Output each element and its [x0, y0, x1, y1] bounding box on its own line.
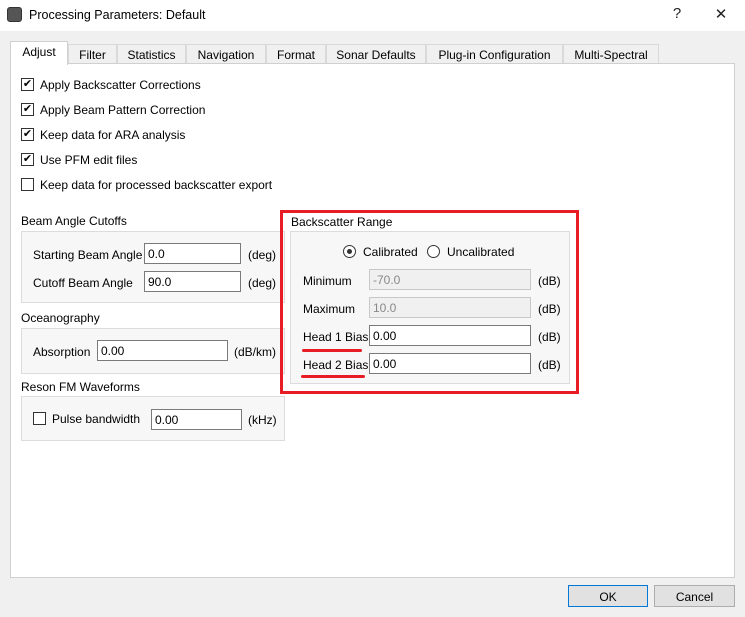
head2-bias-unit: (dB): [538, 358, 561, 372]
backscatter-export-label: Keep data for processed backscatter expo…: [40, 178, 273, 192]
starting-beam-input[interactable]: [144, 243, 241, 264]
starting-beam-label: Starting Beam Angle: [33, 248, 143, 262]
apply-backscatter-label: Apply Backscatter Corrections: [40, 78, 201, 92]
tab-statistics[interactable]: Statistics: [117, 44, 186, 64]
minimum-label: Minimum: [303, 274, 352, 288]
cutoff-beam-label: Cutoff Beam Angle: [33, 276, 133, 290]
beam-pattern-checkbox[interactable]: ✔: [21, 103, 34, 116]
backscatter-export-checkbox[interactable]: [21, 178, 34, 191]
tab-plugin-configuration[interactable]: Plug-in Configuration: [426, 44, 563, 64]
app-icon: [7, 7, 22, 22]
pulse-bandwidth-unit: (kHz): [248, 413, 277, 427]
head2-bias-input[interactable]: [369, 353, 531, 374]
absorption-input[interactable]: [97, 340, 228, 361]
maximum-input: [369, 297, 531, 318]
absorption-unit: (dB/km): [234, 345, 276, 359]
pulse-bandwidth-input[interactable]: [151, 409, 242, 430]
beam-pattern-label: Apply Beam Pattern Correction: [40, 103, 206, 117]
cutoff-beam-input[interactable]: [144, 271, 241, 292]
calibrated-label: Calibrated: [363, 245, 418, 259]
oceanography-title: Oceanography: [21, 311, 100, 325]
absorption-label: Absorption: [33, 345, 91, 359]
head1-bias-label: Head 1 Bias: [303, 330, 369, 344]
calibrated-radio[interactable]: [343, 245, 356, 258]
ara-analysis-label: Keep data for ARA analysis: [40, 128, 186, 142]
beam-cutoffs-group: [21, 231, 285, 303]
close-button[interactable]: ✕: [711, 5, 731, 23]
tab-adjust[interactable]: Adjust: [10, 41, 68, 65]
window-title: Processing Parameters: Default: [29, 8, 206, 22]
head1-bias-unit: (dB): [538, 330, 561, 344]
help-button[interactable]: ?: [667, 5, 687, 22]
head1-underline: [302, 349, 362, 352]
uncalibrated-label: Uncalibrated: [447, 245, 515, 259]
ara-analysis-checkbox[interactable]: ✔: [21, 128, 34, 141]
ok-button[interactable]: OK: [568, 585, 648, 607]
head1-bias-input[interactable]: [369, 325, 531, 346]
cancel-button[interactable]: Cancel: [654, 585, 735, 607]
pfm-edit-checkbox[interactable]: ✔: [21, 153, 34, 166]
apply-backscatter-checkbox[interactable]: ✔: [21, 78, 34, 91]
pulse-bandwidth-label: Pulse bandwidth: [52, 412, 141, 426]
minimum-unit: (dB): [538, 274, 561, 288]
maximum-unit: (dB): [538, 302, 561, 316]
beam-cutoffs-title: Beam Angle Cutoffs: [21, 214, 127, 228]
starting-beam-unit: (deg): [248, 248, 277, 262]
tab-sonar-defaults[interactable]: Sonar Defaults: [326, 44, 426, 64]
uncalibrated-radio[interactable]: [427, 245, 440, 258]
tab-multi-spectral[interactable]: Multi-Spectral: [563, 44, 659, 64]
tab-navigation[interactable]: Navigation: [186, 44, 266, 64]
cutoff-beam-unit: (deg): [248, 276, 277, 290]
reson-title: Reson FM Waveforms: [21, 380, 140, 394]
minimum-input: [369, 269, 531, 290]
maximum-label: Maximum: [303, 302, 356, 316]
backscatter-range-title: Backscatter Range: [291, 215, 393, 229]
tab-format[interactable]: Format: [266, 44, 326, 64]
pulse-bandwidth-checkbox[interactable]: [33, 412, 46, 425]
title-bar: Processing Parameters: Default ? ✕: [0, 0, 745, 31]
tab-filter[interactable]: Filter: [68, 44, 117, 64]
head2-bias-label: Head 2 Bias: [303, 358, 369, 372]
head2-underline: [301, 375, 365, 378]
pfm-edit-label: Use PFM edit files: [40, 153, 138, 167]
